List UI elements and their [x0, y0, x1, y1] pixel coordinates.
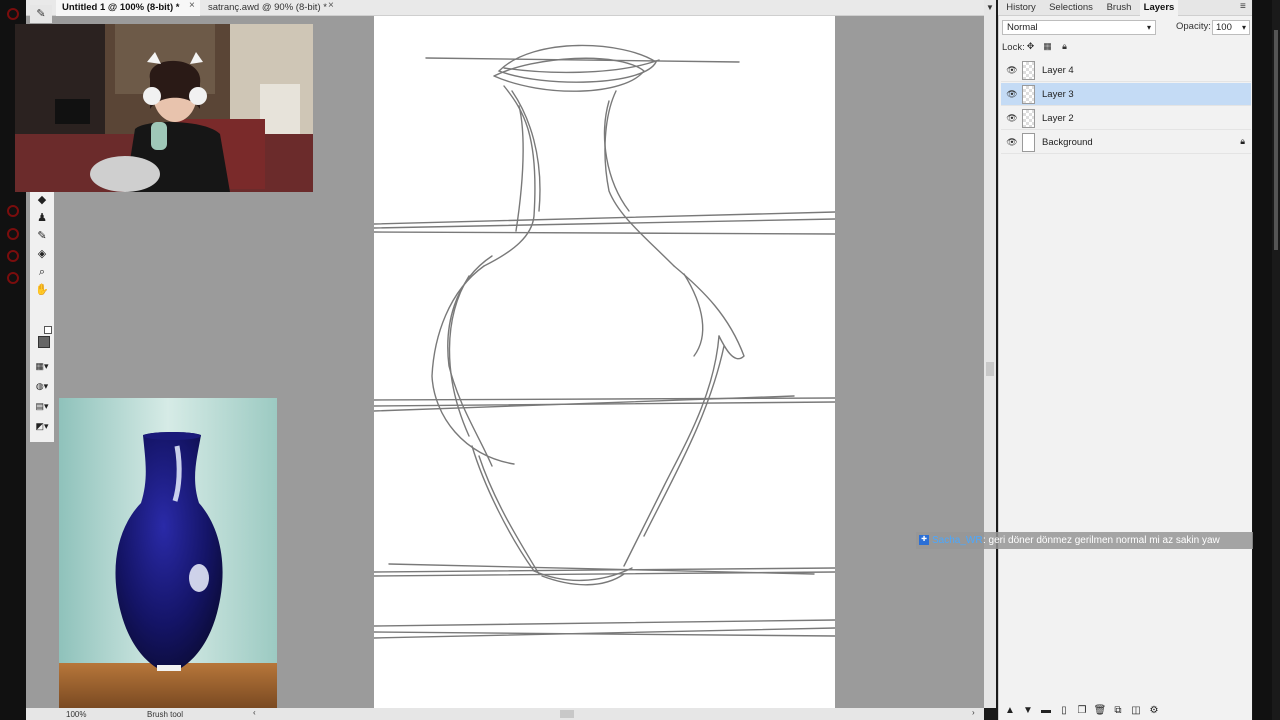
eye-icon[interactable]: 👁︎	[1006, 64, 1018, 76]
layer-thumbnail	[1022, 61, 1035, 80]
horizontal-scrollbar-thumb[interactable]	[560, 710, 574, 718]
blend-preset-icon[interactable]: ◩▾	[34, 418, 50, 434]
right-scrollbar[interactable]	[1272, 0, 1280, 720]
opacity-value: 100	[1216, 22, 1232, 33]
layer-name: Layer 4	[1042, 65, 1074, 76]
eye-icon[interactable]: 👁︎	[1006, 136, 1018, 148]
tab-satranc[interactable]: satranç.awd @ 90% (8-bit) *	[202, 0, 342, 16]
stream-chat-message: ✚ Sacha_WR : geri döner dönmez gerilmen …	[916, 532, 1253, 549]
chevron-down-icon[interactable]: ▼	[986, 3, 994, 12]
zoom-level: 100%	[66, 710, 87, 719]
new-layer-icon[interactable]: ▯	[1057, 704, 1071, 718]
tab-layers[interactable]: Layers	[1140, 0, 1178, 16]
opacity-label: Opacity:	[1176, 21, 1211, 32]
foreground-color-swatch[interactable]	[38, 336, 50, 348]
lock-icon[interactable]: 🔒︎	[1059, 41, 1070, 52]
panel-tabbar: ▼ History Selections Brush Layers ≡	[986, 0, 1252, 16]
chevron-left-icon[interactable]: ‹	[253, 708, 256, 717]
eraser-icon[interactable]: ◆	[34, 192, 50, 208]
brush-icon[interactable]: ✎	[30, 5, 52, 23]
hand-icon[interactable]: ✋	[34, 282, 50, 298]
lock-label: Lock:	[1002, 42, 1025, 53]
layer-name: Layer 3	[1042, 89, 1074, 100]
folder-icon[interactable]: ▬	[1039, 704, 1053, 718]
chat-badge-icon: ✚	[919, 535, 929, 545]
trash-icon[interactable]: 🗑︎	[1093, 704, 1107, 718]
tab-label: Untitled 1 @ 100% (8-bit) *	[62, 2, 180, 13]
move-up-icon[interactable]: ▲	[1003, 704, 1017, 718]
webcam-image	[15, 24, 313, 192]
texture-preset-icon[interactable]: ◍▾	[34, 378, 50, 394]
layer-row-layer-3[interactable]: 👁︎ Layer 3	[1001, 83, 1251, 106]
gear-icon[interactable]: ⚙︎	[1147, 704, 1161, 718]
pattern-preset-icon[interactable]: ▤▾	[34, 398, 50, 414]
lock-pixels-icon[interactable]: ▦	[1042, 41, 1053, 52]
close-icon[interactable]: ×	[189, 0, 195, 11]
close-icon[interactable]: ×	[328, 0, 334, 11]
layer-thumbnail	[1022, 109, 1035, 128]
overlay-ring-icon	[7, 228, 19, 240]
vase-sketch	[373, 44, 836, 639]
toolbar: ◆ ♟ ✎ ◈ ⌕ ✋ ▦▾ ◍▾ ▤▾ ◩▾	[30, 192, 54, 442]
lock-position-icon[interactable]: ✥	[1025, 41, 1036, 52]
right-scrollbar-thumb[interactable]	[1274, 30, 1278, 250]
chevron-down-icon: ▾	[1146, 23, 1151, 32]
chat-text: : geri döner dönmez gerilmen normal mi a…	[983, 535, 1220, 546]
status-bar: 100% Brush tool ‹ ›	[26, 708, 984, 720]
eye-icon[interactable]: 👁︎	[1006, 112, 1018, 124]
chat-username: Sacha_WR	[932, 535, 983, 546]
blend-mode-value: Normal	[1007, 22, 1038, 33]
eye-icon[interactable]: 👁︎	[1006, 88, 1018, 100]
layer-row-layer-2[interactable]: 👁︎ Layer 2	[1001, 107, 1251, 130]
menu-icon[interactable]: ≡	[1240, 1, 1246, 12]
overlay-ring-icon	[7, 8, 19, 20]
drawing-canvas[interactable]	[373, 16, 836, 708]
move-down-icon[interactable]: ▼	[1021, 704, 1035, 718]
zoom-icon[interactable]: ⌕	[34, 264, 50, 280]
tab-label: satranç.awd @ 90% (8-bit) *	[208, 2, 327, 13]
effects-icon[interactable]: ◫	[1129, 704, 1143, 718]
layer-name: Background	[1042, 137, 1093, 148]
vase-reference-photo	[59, 398, 277, 708]
tab-selections[interactable]: Selections	[1046, 0, 1096, 16]
webcam-overlay	[15, 24, 313, 192]
active-tool-label: Brush tool	[147, 710, 184, 719]
layer-actions-bar: ▲ ▼ ▬ ▯ ❐ 🗑︎ ⧉ ◫ ⚙︎	[998, 704, 1252, 720]
overlay-ring-icon	[7, 250, 19, 262]
vertical-scrollbar[interactable]	[984, 0, 996, 708]
overlay-ring-icon	[7, 272, 19, 284]
layer-name: Layer 2	[1042, 113, 1074, 124]
document-tabbar: Untitled 1 @ 100% (8-bit) * × satranç.aw…	[26, 0, 992, 16]
layer-thumbnail	[1022, 85, 1035, 104]
layer-thumbnail	[1022, 133, 1035, 152]
layer-row-background[interactable]: 👁︎ Background 🔒︎	[1001, 131, 1251, 154]
overlay-ring-icon	[7, 205, 19, 217]
reference-image	[59, 398, 277, 708]
tab-untitled-1[interactable]: Untitled 1 @ 100% (8-bit) *	[56, 0, 200, 16]
background-color-swatch[interactable]	[44, 326, 52, 334]
lock-icon: 🔒︎	[1240, 136, 1245, 146]
layer-row-layer-4[interactable]: 👁︎ Layer 4	[1001, 59, 1251, 82]
screen: Untitled 1 @ 100% (8-bit) * × satranç.aw…	[0, 0, 1280, 720]
chevron-down-icon: ▾	[1241, 23, 1246, 32]
vertical-scrollbar-thumb[interactable]	[986, 362, 994, 376]
fill-bucket-icon[interactable]: ◈	[34, 246, 50, 262]
eyedropper-icon[interactable]: ✎	[34, 228, 50, 244]
tab-brush[interactable]: Brush	[1102, 0, 1136, 16]
brush-preset-icon[interactable]: ▦▾	[34, 358, 50, 374]
merge-icon[interactable]: ⧉	[1111, 704, 1125, 718]
blend-mode-select[interactable]: Normal ▾	[1002, 20, 1156, 35]
tab-history[interactable]: History	[1002, 0, 1040, 16]
opacity-field[interactable]: 100 ▾	[1212, 20, 1250, 35]
stamp-icon[interactable]: ♟	[34, 210, 50, 226]
chevron-right-icon[interactable]: ›	[972, 708, 975, 717]
duplicate-layer-icon[interactable]: ❐	[1075, 704, 1089, 718]
